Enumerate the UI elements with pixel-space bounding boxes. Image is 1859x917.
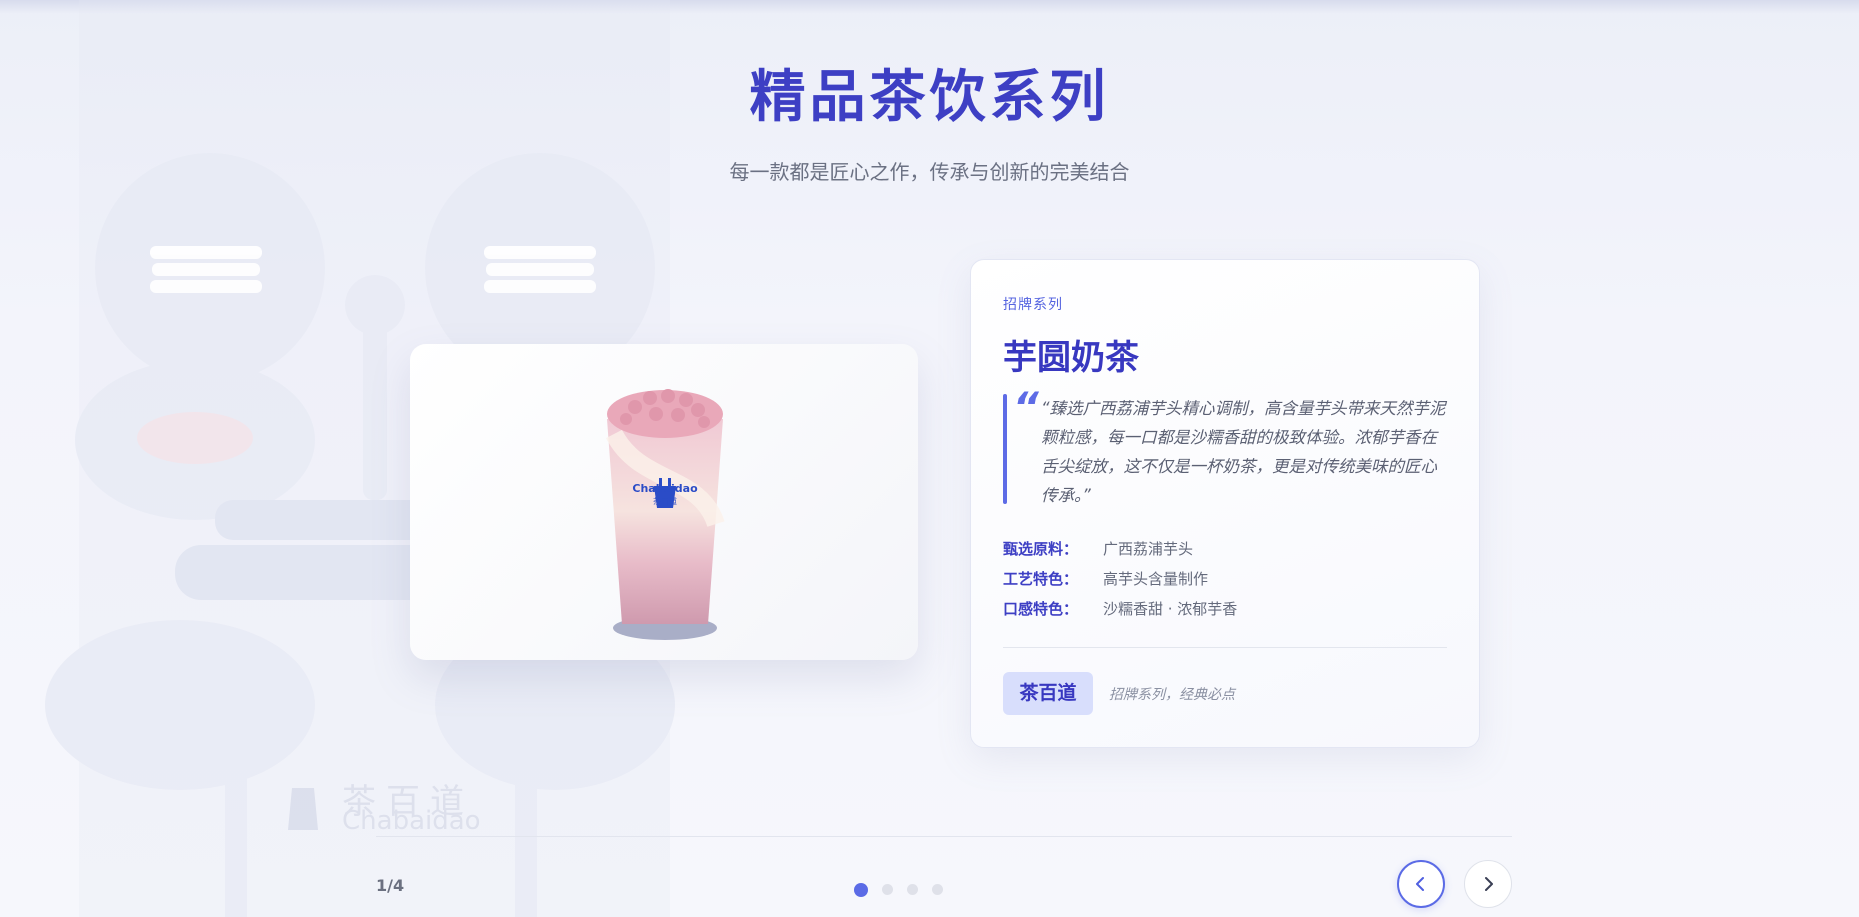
attribute-row: 口感特色： 沙糯香甜 · 浓郁芋香 (1003, 598, 1237, 619)
attribute-label: 工艺特色： (1003, 570, 1079, 588)
pagination-dot-4[interactable] (932, 884, 943, 895)
footer-note: 招牌系列，经典必点 (1109, 687, 1235, 703)
attribute-row: 甄选原料： 广西荔浦芋头 (1003, 538, 1193, 559)
attribute-label: 甄选原料： (1003, 540, 1079, 558)
pagination-dot-2[interactable] (882, 884, 893, 895)
quote-mark-icon: “ (1013, 385, 1039, 431)
cup-logo-text: Chabaidao (632, 482, 698, 495)
panda-mascot-background (45, 0, 675, 917)
attribute-value: 高芋头含量制作 (1103, 570, 1209, 588)
attribute-label: 口感特色： (1003, 600, 1079, 618)
pagination-dots (854, 879, 957, 897)
previous-button[interactable] (1397, 860, 1445, 908)
pagination-dot-1[interactable] (854, 882, 868, 897)
chevron-right-icon (1485, 877, 1493, 891)
page-subtitle: 每一款都是匠心之作，传承与创新的完美结合 (729, 160, 1130, 184)
product-description-quote: “臻选广西荔浦芋头精心调制，高含量芋头带来天然芋泥颗粒感，每一口都是沙糯香甜的极… (1041, 399, 1446, 505)
quote-accent-bar (1003, 394, 1007, 504)
chevron-left-icon (1416, 877, 1424, 891)
watermark-latin: Chabaidao (342, 806, 481, 836)
product-name: 芋圆奶茶 (1003, 338, 1139, 378)
product-image-card: Chabaidao 茶百道 (410, 344, 918, 660)
slide-counter: 1/4 (376, 876, 405, 895)
series-tag: 招牌系列 (1003, 297, 1063, 313)
page-title: 精品茶饮系列 (749, 65, 1110, 130)
divider (1003, 647, 1447, 648)
attribute-row: 工艺特色： 高芋头含量制作 (1003, 568, 1208, 589)
pagination-dot-3[interactable] (907, 884, 918, 895)
cup-logo-cn: 茶百道 (653, 497, 677, 506)
carousel-divider (376, 836, 1512, 837)
milk-tea-cup-icon (606, 389, 725, 640)
product-info-card: 招牌系列 芋圆奶茶 “ “臻选广西荔浦芋头精心调制，高含量芋头带来天然芋泥颗粒感… (970, 259, 1480, 748)
next-button[interactable] (1464, 860, 1512, 908)
brand-badge: 茶百道 (1003, 672, 1093, 715)
attribute-value: 广西荔浦芋头 (1103, 540, 1194, 558)
attribute-value: 沙糯香甜 · 浓郁芋香 (1103, 600, 1238, 618)
